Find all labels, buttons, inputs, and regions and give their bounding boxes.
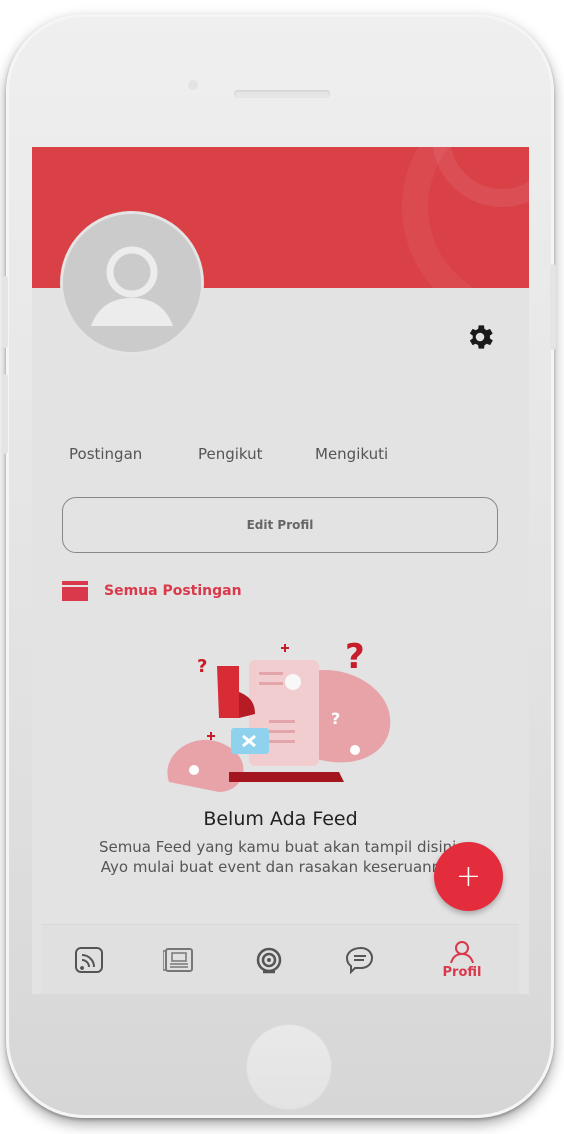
svg-text:?: ? (197, 656, 207, 677)
stat-posts-label[interactable]: Postingan (69, 445, 142, 463)
home-button[interactable] (246, 1024, 332, 1110)
empty-feed-illustration: ? ? ? (167, 637, 391, 792)
avatar[interactable] (60, 211, 204, 355)
gear-icon[interactable] (464, 321, 496, 353)
nav-item-news[interactable] (160, 925, 198, 994)
nav-item-profile[interactable]: Profil (432, 925, 492, 994)
empty-state-title: Belum Ada Feed (203, 808, 358, 830)
section-header: Semua Postingan (62, 581, 242, 601)
nav-item-podcast[interactable] (250, 925, 288, 994)
section-title: Semua Postingan (104, 583, 242, 599)
svg-text:?: ? (331, 709, 340, 728)
nav-item-chat[interactable] (340, 925, 378, 994)
avatar-placeholder-icon (63, 214, 201, 352)
posts-icon (62, 581, 88, 601)
power-button (550, 264, 556, 350)
nav-label-profile: Profil (442, 965, 482, 980)
profile-icon (450, 941, 474, 964)
empty-state-description: Semua Feed yang kamu buat akan tampil di… (98, 838, 462, 876)
stat-followers-label[interactable]: Pengikut (198, 445, 263, 463)
volume-button (2, 374, 8, 454)
podcast-icon (256, 947, 282, 974)
stat-following-label[interactable]: Mengikuti (315, 445, 388, 463)
svg-text:?: ? (345, 637, 365, 677)
news-icon (163, 948, 193, 972)
speaker-grille (234, 90, 330, 98)
edit-profile-button[interactable]: Edit Profil (62, 497, 498, 553)
chat-icon (345, 946, 374, 975)
app-screen: Postingan Pengikut Mengikuti Edit Profil… (32, 147, 529, 994)
bottom-nav: Profil (42, 924, 519, 994)
silent-switch (2, 276, 8, 348)
nav-item-feed[interactable] (70, 925, 108, 994)
create-post-button[interactable]: + (434, 842, 503, 911)
front-camera (188, 80, 198, 90)
feed-icon (75, 947, 103, 973)
